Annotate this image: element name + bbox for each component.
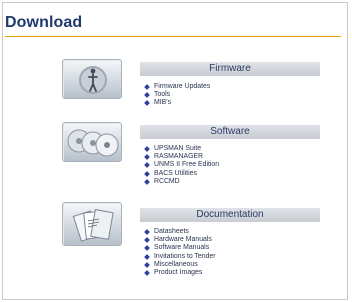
- link-rccmd[interactable]: RCCMD: [154, 178, 180, 185]
- list-item[interactable]: RASMANAGER: [144, 153, 219, 161]
- link-tools[interactable]: Tools: [154, 91, 170, 98]
- link-invitations-to-tender[interactable]: Invitations to Tender: [154, 253, 216, 260]
- bullet-icon: [144, 84, 150, 90]
- bullet-icon: [144, 170, 150, 177]
- list-item[interactable]: Firmware Updates: [144, 83, 210, 91]
- list-item[interactable]: Datasheets: [144, 228, 216, 236]
- bullet-icon: [144, 237, 150, 244]
- bullet-icon: [144, 178, 150, 185]
- list-item[interactable]: MIB's: [144, 99, 210, 107]
- link-miscellaneous[interactable]: Miscellaneous: [154, 261, 198, 268]
- bullet-icon: [144, 270, 150, 276]
- documentation-links: Datasheets Hardware Manuals Software Man…: [144, 228, 216, 277]
- bullet-icon: [144, 229, 150, 235]
- bullet-icon: [144, 253, 150, 260]
- page-title: Download: [5, 14, 83, 31]
- bullet-icon: [144, 92, 150, 99]
- documentation-heading: Documentation: [140, 208, 320, 222]
- list-item[interactable]: Tools: [144, 91, 210, 99]
- link-datasheets[interactable]: Datasheets: [154, 228, 189, 235]
- list-item[interactable]: UPSMAN Suite: [144, 145, 219, 153]
- software-heading: Software: [140, 125, 320, 139]
- link-bacs-utilities[interactable]: BACS Utilities: [154, 170, 197, 177]
- bullet-icon: [144, 146, 150, 152]
- cd-stack-icon[interactable]: [62, 122, 122, 162]
- title-divider: [5, 36, 341, 37]
- bullet-icon: [144, 154, 150, 161]
- bullet-icon: [144, 261, 150, 268]
- link-upsman-suite[interactable]: UPSMAN Suite: [154, 145, 201, 152]
- link-mibs[interactable]: MIB's: [154, 99, 171, 106]
- bullet-icon: [144, 245, 150, 252]
- link-software-manuals[interactable]: Software Manuals: [154, 244, 209, 251]
- bullet-icon: [144, 100, 150, 107]
- list-item[interactable]: Hardware Manuals: [144, 236, 216, 244]
- list-item[interactable]: Product Images: [144, 269, 216, 277]
- firmware-icon[interactable]: [62, 59, 122, 99]
- link-unms-free[interactable]: UNMS II Free Edition: [154, 161, 219, 168]
- list-item[interactable]: Miscellaneous: [144, 261, 216, 269]
- list-item[interactable]: Software Manuals: [144, 244, 216, 252]
- firmware-heading: Firmware: [140, 62, 320, 76]
- documents-icon[interactable]: [62, 202, 122, 246]
- bullet-icon: [144, 162, 150, 169]
- firmware-links: Firmware Updates Tools MIB's: [144, 83, 210, 108]
- list-item[interactable]: Invitations to Tender: [144, 253, 216, 261]
- link-firmware-updates[interactable]: Firmware Updates: [154, 83, 210, 90]
- link-product-images[interactable]: Product Images: [154, 269, 202, 276]
- software-links: UPSMAN Suite RASMANAGER UNMS II Free Edi…: [144, 145, 219, 186]
- list-item[interactable]: UNMS II Free Edition: [144, 161, 219, 169]
- link-rasmanager[interactable]: RASMANAGER: [154, 153, 203, 160]
- list-item[interactable]: RCCMD: [144, 178, 219, 186]
- list-item[interactable]: BACS Utilities: [144, 170, 219, 178]
- link-hardware-manuals[interactable]: Hardware Manuals: [154, 236, 212, 243]
